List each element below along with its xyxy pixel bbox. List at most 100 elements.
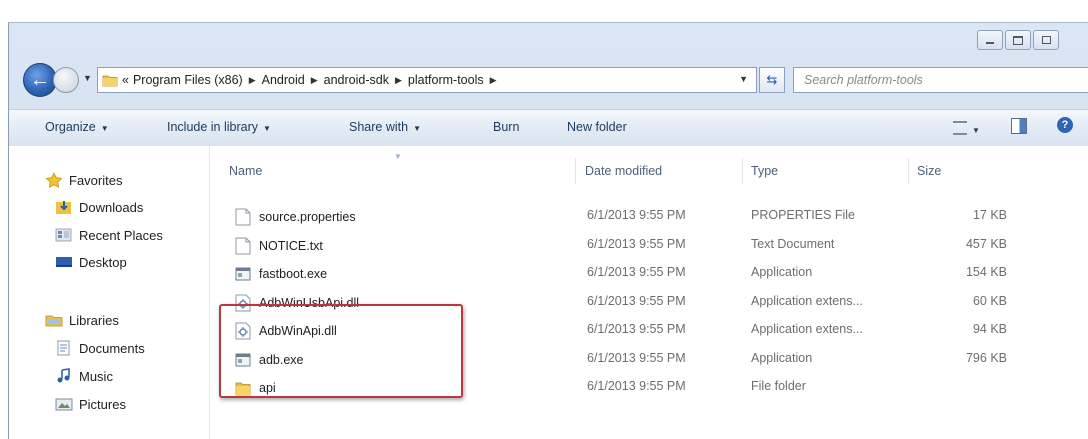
file-size[interactable]: 457 KB	[927, 237, 1007, 251]
minimize-button[interactable]	[977, 30, 1003, 50]
help-icon: ?	[1057, 117, 1073, 133]
column-header-date-modified[interactable]: Date modified	[585, 164, 662, 178]
maximize-icon	[1013, 35, 1023, 45]
column-divider[interactable]	[908, 158, 909, 184]
view-options-button[interactable]: ▼	[953, 119, 980, 136]
sidebar-item-music[interactable]: Music	[55, 368, 113, 384]
file-name[interactable]: NOTICE.txt	[235, 237, 323, 255]
preview-pane-button[interactable]	[1011, 118, 1027, 137]
include-in-library-menu[interactable]: Include in library ▼	[167, 120, 271, 134]
share-with-label: Share with	[349, 120, 409, 134]
column-header-type[interactable]: Type	[751, 164, 778, 178]
file-type-text: Application	[751, 265, 813, 279]
sidebar-item-label: Pictures	[79, 396, 126, 412]
recent-pages-dropdown[interactable]: ▼	[83, 73, 92, 83]
chevron-down-icon: ▼	[100, 124, 109, 133]
file-type[interactable]: Application extens...	[751, 294, 863, 308]
breadcrumb-separator-icon[interactable]: ▶	[490, 75, 497, 86]
maximize-button[interactable]	[1005, 30, 1031, 50]
file-date-modified[interactable]: 6/1/2013 9:55 PM	[587, 322, 686, 336]
file-size[interactable]: 94 KB	[927, 322, 1007, 336]
file-type-text: Application	[751, 350, 813, 365]
address-bar[interactable]: « Program Files (x86) ▶ Android ▶ androi…	[97, 67, 757, 93]
sidebar-item-desktop[interactable]: Desktop	[55, 254, 127, 270]
file-type-text: File folder	[751, 379, 806, 393]
address-dropdown-icon[interactable]: ▼	[739, 74, 748, 84]
chevron-down-icon: ▼	[972, 126, 980, 135]
new-folder-label: New folder	[567, 120, 627, 134]
breadcrumb-android[interactable]: Android	[262, 73, 305, 87]
help-button[interactable]: ?	[1057, 117, 1073, 133]
file-date-modified[interactable]: 6/1/2013 9:55 PM	[587, 379, 686, 393]
column-divider[interactable]	[742, 158, 743, 184]
file-size[interactable]: 60 KB	[927, 294, 1007, 308]
new-folder-button[interactable]: New folder	[567, 120, 627, 134]
sidebar-item-label: Downloads	[79, 199, 144, 215]
folder-icon	[102, 73, 118, 87]
column-divider[interactable]	[575, 158, 576, 184]
sidebar-item-documents[interactable]: Documents	[55, 340, 145, 356]
column-header-size[interactable]: Size	[917, 164, 941, 178]
file-date-modified[interactable]: 6/1/2013 9:55 PM	[587, 208, 686, 222]
content-area: Favorites Downloads Recent Places Deskto…	[9, 146, 1088, 439]
share-with-menu[interactable]: Share with ▼	[349, 120, 421, 134]
sort-indicator-icon: ▼	[394, 152, 402, 161]
file-date-modified[interactable]: 6/1/2013 9:55 PM	[587, 351, 686, 365]
file-date-modified[interactable]: 6/1/2013 9:55 PM	[587, 294, 686, 308]
file-type[interactable]: Application	[751, 351, 812, 365]
file-type[interactable]: File folder	[751, 379, 806, 393]
sidebar-libraries[interactable]: Libraries	[45, 312, 119, 328]
chevron-down-icon: ▼	[263, 124, 271, 133]
breadcrumb-android-sdk[interactable]: android-sdk	[324, 73, 389, 87]
file-date-modified-text: 6/1/2013 9:55 PM	[587, 379, 686, 393]
sidebar-item-label: Recent Places	[79, 227, 163, 243]
sidebar-libraries-label: Libraries	[69, 312, 119, 328]
file-name[interactable]: fastboot.exe	[235, 265, 327, 283]
file-type[interactable]: PROPERTIES File	[751, 208, 855, 222]
restore-icon	[1041, 36, 1051, 44]
file-date-modified[interactable]: 6/1/2013 9:55 PM	[587, 237, 686, 251]
file-size[interactable]: 796 KB	[927, 351, 1007, 365]
breadcrumb-prefix[interactable]: «	[122, 73, 129, 87]
forward-button[interactable]	[53, 67, 79, 93]
refresh-button[interactable]: ⇆	[759, 67, 785, 93]
column-header-name[interactable]: Name	[229, 164, 262, 178]
back-button[interactable]: ←	[23, 63, 57, 97]
document-icon	[235, 237, 251, 255]
file-size[interactable]: 17 KB	[927, 208, 1007, 222]
refresh-icon: ⇆	[766, 72, 778, 87]
navigation-pane: Favorites Downloads Recent Places Deskto…	[9, 146, 210, 439]
file-size[interactable]: 154 KB	[927, 265, 1007, 279]
organize-menu[interactable]: Organize ▼	[45, 120, 109, 134]
file-name[interactable]: source.properties	[235, 208, 356, 226]
sidebar-item-recent-places[interactable]: Recent Places	[55, 227, 163, 243]
file-type[interactable]: Application	[751, 265, 812, 279]
breadcrumb-separator-icon[interactable]: ▶	[311, 75, 318, 86]
file-date-modified-text: 6/1/2013 9:55 PM	[587, 236, 686, 251]
search-input[interactable]: Search platform-tools	[793, 67, 1088, 93]
burn-button[interactable]: Burn	[493, 120, 519, 134]
file-type-text: Text Document	[751, 236, 835, 251]
file-size-text: 796 KB	[965, 350, 1007, 365]
breadcrumb-platform-tools[interactable]: platform-tools	[408, 73, 484, 87]
file-type[interactable]: Text Document	[751, 237, 834, 251]
file-name-text: fastboot.exe	[259, 267, 328, 281]
breadcrumb-program-files[interactable]: Program Files (x86)	[133, 73, 243, 87]
file-type[interactable]: Application extens...	[751, 322, 863, 336]
breadcrumb-separator-icon[interactable]: ▶	[395, 75, 402, 86]
file-type-text: Application extens...	[751, 322, 863, 336]
chevron-down-icon: ▼	[413, 124, 421, 133]
sidebar-item-label: Desktop	[79, 254, 127, 270]
restore-button[interactable]	[1033, 30, 1059, 50]
breadcrumb-separator-icon[interactable]: ▶	[249, 75, 256, 86]
sidebar-favorites[interactable]: Favorites	[45, 172, 122, 188]
sidebar-item-downloads[interactable]: Downloads	[55, 199, 143, 215]
file-date-modified[interactable]: 6/1/2013 9:55 PM	[587, 265, 686, 279]
sidebar-item-pictures[interactable]: Pictures	[55, 396, 126, 412]
preview-pane-icon	[1011, 118, 1027, 134]
documents-icon	[55, 340, 73, 356]
libraries-icon	[45, 312, 63, 328]
file-name-text: source.properties	[259, 210, 356, 224]
back-arrow-icon: ←	[30, 68, 50, 91]
file-date-modified-text: 6/1/2013 9:55 PM	[587, 265, 686, 279]
